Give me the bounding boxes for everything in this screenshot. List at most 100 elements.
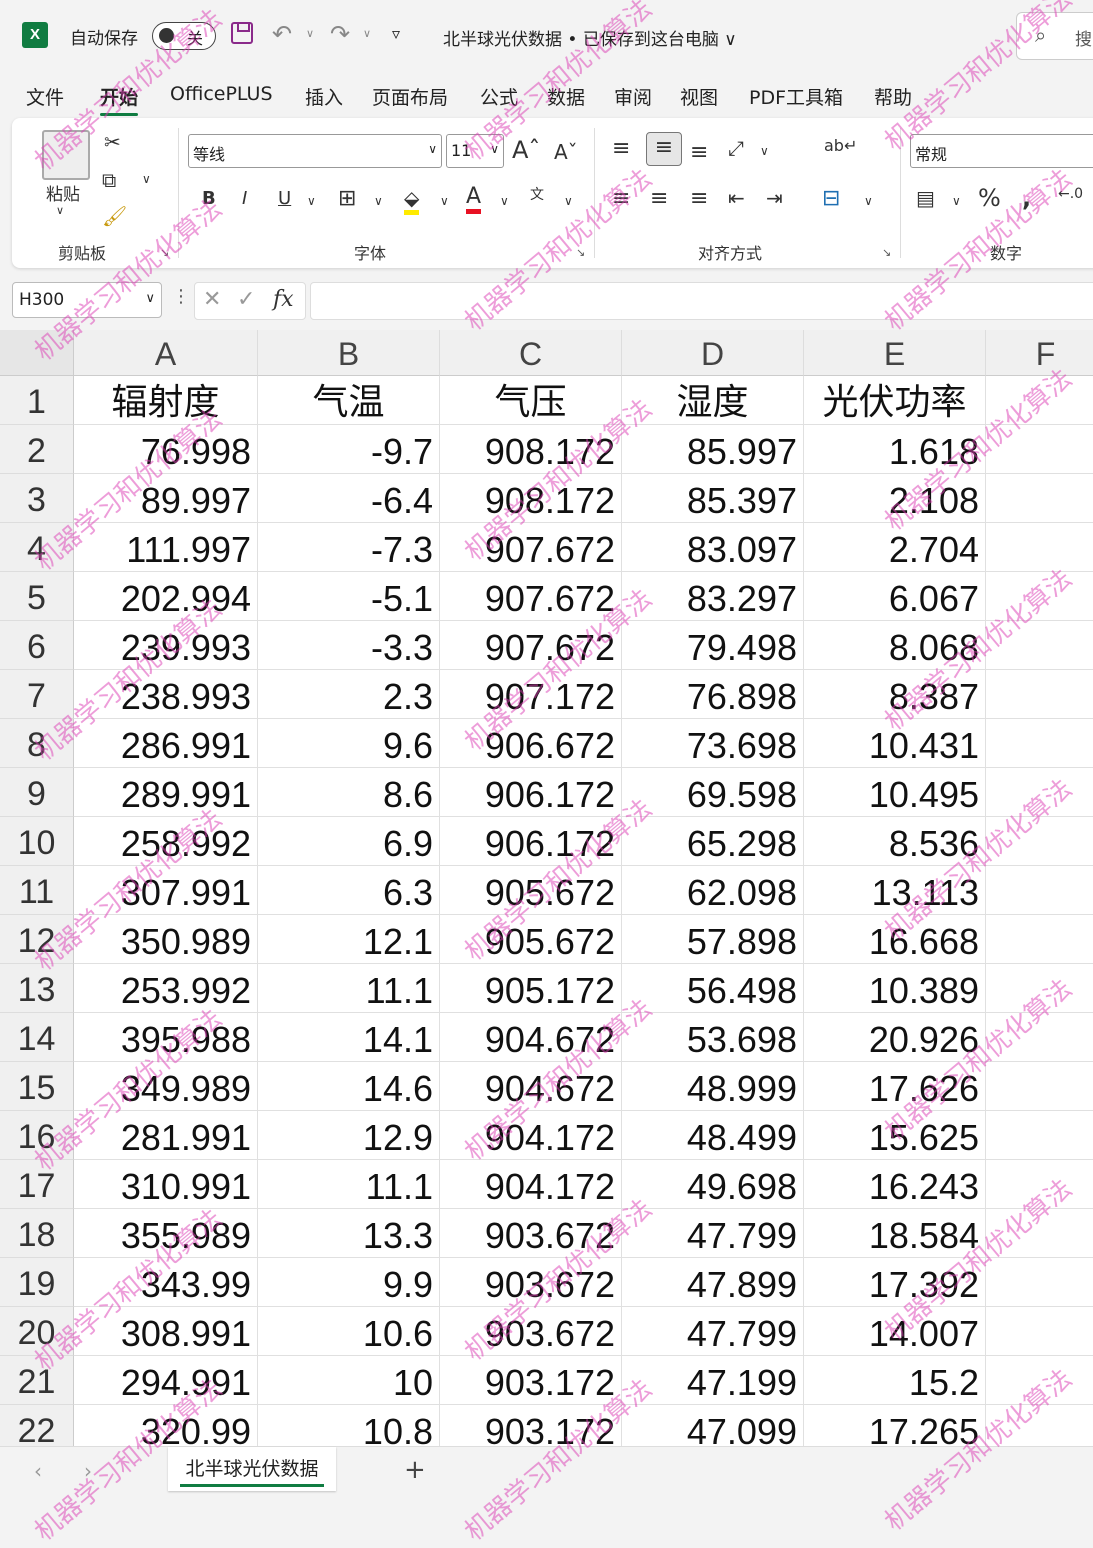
- data-cell[interactable]: [986, 1111, 1093, 1160]
- data-cell[interactable]: 14.6: [258, 1062, 440, 1111]
- row-header[interactable]: 3: [0, 474, 74, 523]
- data-cell[interactable]: 65.298: [622, 817, 804, 866]
- undo-icon[interactable]: ↶: [272, 20, 292, 48]
- data-cell[interactable]: 903.672: [440, 1258, 622, 1307]
- data-cell[interactable]: 310.991: [74, 1160, 258, 1209]
- underline-icon[interactable]: U: [278, 188, 291, 209]
- orientation-dropdown-icon[interactable]: ∨: [760, 144, 769, 158]
- data-cell[interactable]: 76.898: [622, 670, 804, 719]
- undo-dropdown-icon[interactable]: ∨: [306, 27, 314, 40]
- row-header[interactable]: 11: [0, 866, 74, 915]
- copy-dropdown-icon[interactable]: ∨: [142, 172, 151, 186]
- data-cell[interactable]: 908.172: [440, 425, 622, 474]
- data-cell[interactable]: 17.392: [804, 1258, 986, 1307]
- tab-formulas[interactable]: 公式: [480, 83, 518, 110]
- data-cell[interactable]: 10: [258, 1356, 440, 1405]
- align-middle-icon[interactable]: ≡: [646, 132, 682, 166]
- data-cell[interactable]: 18.584: [804, 1209, 986, 1258]
- merge-dropdown-icon[interactable]: ∨: [864, 194, 873, 208]
- autosave-toggle[interactable]: 关: [152, 22, 216, 50]
- data-cell[interactable]: 253.992: [74, 964, 258, 1013]
- align-center-icon[interactable]: ≡: [650, 186, 668, 211]
- paste-icon[interactable]: [42, 130, 90, 180]
- paste-dropdown-icon[interactable]: ∨: [56, 204, 64, 217]
- data-cell[interactable]: [986, 474, 1093, 523]
- number-format-combo[interactable]: 常规: [910, 134, 1093, 168]
- merge-cells-icon[interactable]: ⊟: [822, 186, 840, 211]
- more-options-icon[interactable]: ⋮: [172, 286, 190, 307]
- data-cell[interactable]: [986, 866, 1093, 915]
- tab-page-layout[interactable]: 页面布局: [372, 83, 448, 110]
- row-header[interactable]: 7: [0, 670, 74, 719]
- data-cell[interactable]: 2.3: [258, 670, 440, 719]
- header-cell[interactable]: 湿度: [622, 376, 804, 425]
- data-cell[interactable]: 2.704: [804, 523, 986, 572]
- data-cell[interactable]: [986, 719, 1093, 768]
- data-cell[interactable]: [986, 1062, 1093, 1111]
- tab-review[interactable]: 审阅: [614, 83, 652, 110]
- data-cell[interactable]: 17.265: [804, 1405, 986, 1446]
- cut-icon[interactable]: ✂: [104, 130, 121, 154]
- data-cell[interactable]: 238.993: [74, 670, 258, 719]
- increase-indent-icon[interactable]: ⇥: [766, 186, 783, 210]
- row-header[interactable]: 17: [0, 1160, 74, 1209]
- data-cell[interactable]: 903.172: [440, 1405, 622, 1446]
- insert-function-icon[interactable]: fx: [273, 287, 294, 312]
- data-cell[interactable]: 239.993: [74, 621, 258, 670]
- sheet-tab[interactable]: 北半球光伏数据: [168, 1447, 336, 1491]
- data-cell[interactable]: 6.9: [258, 817, 440, 866]
- align-top-icon[interactable]: ≡: [612, 136, 630, 161]
- copy-icon[interactable]: ⧉: [102, 168, 116, 192]
- data-cell[interactable]: [986, 572, 1093, 621]
- data-cell[interactable]: 906.172: [440, 768, 622, 817]
- data-cell[interactable]: 89.997: [74, 474, 258, 523]
- cancel-icon[interactable]: ✕: [203, 287, 221, 312]
- data-cell[interactable]: 13.113: [804, 866, 986, 915]
- clipboard-launcher-icon[interactable]: ↘: [160, 246, 169, 259]
- font-color-dropdown-icon[interactable]: ∨: [500, 194, 509, 208]
- accounting-dropdown-icon[interactable]: ∨: [952, 194, 961, 208]
- save-icon[interactable]: [231, 22, 253, 44]
- data-cell[interactable]: 6.067: [804, 572, 986, 621]
- data-cell[interactable]: 905.672: [440, 866, 622, 915]
- data-cell[interactable]: 16.243: [804, 1160, 986, 1209]
- data-cell[interactable]: 1.618: [804, 425, 986, 474]
- font-size-combo[interactable]: 11 ∨: [446, 134, 504, 168]
- paste-label[interactable]: 粘贴: [46, 180, 80, 205]
- underline-dropdown-icon[interactable]: ∨: [307, 194, 316, 208]
- row-header[interactable]: 13: [0, 964, 74, 1013]
- data-cell[interactable]: 903.672: [440, 1307, 622, 1356]
- data-cell[interactable]: 69.598: [622, 768, 804, 817]
- data-cell[interactable]: 395.988: [74, 1013, 258, 1062]
- data-cell[interactable]: -7.3: [258, 523, 440, 572]
- tab-data[interactable]: 数据: [547, 83, 585, 110]
- row-header[interactable]: 8: [0, 719, 74, 768]
- data-cell[interactable]: 10.6: [258, 1307, 440, 1356]
- column-header-b[interactable]: B: [258, 330, 440, 376]
- data-cell[interactable]: 85.997: [622, 425, 804, 474]
- tab-file[interactable]: 文件: [26, 83, 64, 110]
- data-cell[interactable]: 8.387: [804, 670, 986, 719]
- align-bottom-icon[interactable]: ≡: [690, 140, 708, 165]
- next-sheet-icon[interactable]: ›: [84, 1459, 92, 1483]
- data-cell[interactable]: 9.9: [258, 1258, 440, 1307]
- font-launcher-icon[interactable]: ↘: [576, 246, 585, 259]
- data-cell[interactable]: 905.172: [440, 964, 622, 1013]
- orientation-icon[interactable]: ⤢: [728, 136, 744, 160]
- data-cell[interactable]: 904.672: [440, 1062, 622, 1111]
- row-header[interactable]: 18: [0, 1209, 74, 1258]
- data-cell[interactable]: 8.6: [258, 768, 440, 817]
- add-sheet-button[interactable]: +: [404, 1455, 426, 1485]
- data-cell[interactable]: 6.3: [258, 866, 440, 915]
- data-cell[interactable]: 907.672: [440, 523, 622, 572]
- comma-style-icon[interactable]: ,: [1022, 184, 1031, 212]
- confirm-icon[interactable]: ✓: [237, 287, 255, 312]
- data-cell[interactable]: 20.926: [804, 1013, 986, 1062]
- data-cell[interactable]: 258.992: [74, 817, 258, 866]
- data-cell[interactable]: 47.799: [622, 1209, 804, 1258]
- row-header[interactable]: 4: [0, 523, 74, 572]
- percent-style-icon[interactable]: %: [978, 184, 1001, 212]
- border-icon[interactable]: ⊞: [338, 186, 356, 211]
- data-cell[interactable]: [986, 915, 1093, 964]
- data-cell[interactable]: 48.499: [622, 1111, 804, 1160]
